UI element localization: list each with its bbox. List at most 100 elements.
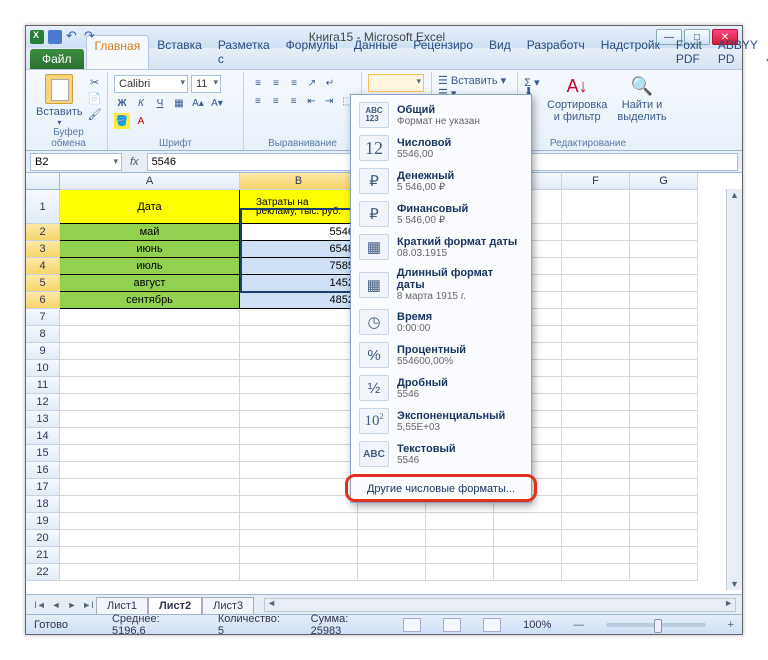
cell-A7[interactable] (60, 309, 240, 326)
cell-G10[interactable] (630, 360, 698, 377)
cell-A18[interactable] (60, 496, 240, 513)
number-format-item-5[interactable]: ▦Длинный формат даты8 марта 1915 г. (351, 264, 531, 306)
undo-icon[interactable] (66, 30, 80, 44)
cell-C19[interactable] (358, 513, 426, 530)
row-header-22[interactable]: 22 (26, 564, 60, 581)
row-header-11[interactable]: 11 (26, 377, 60, 394)
cell-B14[interactable] (240, 428, 358, 445)
bold-button[interactable]: Ж (114, 95, 130, 111)
cell-B4[interactable]: 7585 (240, 258, 358, 275)
number-format-item-2[interactable]: ₽Денежный5 546,00 ₽ (351, 165, 531, 198)
cell-F9[interactable] (562, 343, 630, 360)
number-format-item-1[interactable]: 12Числовой5546,00 (351, 132, 531, 165)
cell-B12[interactable] (240, 394, 358, 411)
ribbon-tab-3[interactable]: Формулы (278, 35, 346, 69)
indent-dec-icon[interactable]: ⇤ (303, 93, 319, 109)
indent-inc-icon[interactable]: ⇥ (321, 93, 337, 109)
cell-A11[interactable] (60, 377, 240, 394)
row-header-18[interactable]: 18 (26, 496, 60, 513)
cell-C21[interactable] (358, 547, 426, 564)
cell-F8[interactable] (562, 326, 630, 343)
cell-G22[interactable] (630, 564, 698, 581)
cell-A5[interactable]: август (60, 275, 240, 292)
cell-A4[interactable]: июль (60, 258, 240, 275)
cell-B7[interactable] (240, 309, 358, 326)
cell-B10[interactable] (240, 360, 358, 377)
row-header-14[interactable]: 14 (26, 428, 60, 445)
horizontal-scrollbar[interactable] (264, 598, 736, 612)
row-header-5[interactable]: 5 (26, 275, 60, 292)
sort-filter-button[interactable]: A↓ Сортировка и фильтр (544, 74, 610, 123)
cell-B15[interactable] (240, 445, 358, 462)
cell-G2[interactable] (630, 224, 698, 241)
cell-F19[interactable] (562, 513, 630, 530)
cell-F4[interactable] (562, 258, 630, 275)
column-header-G[interactable]: G (630, 173, 698, 190)
border-button[interactable]: ▦ (171, 95, 187, 111)
cell-F13[interactable] (562, 411, 630, 428)
cell-F14[interactable] (562, 428, 630, 445)
cell-D20[interactable] (426, 530, 494, 547)
cell-F6[interactable] (562, 292, 630, 309)
underline-button[interactable]: Ч (152, 95, 168, 111)
cell-G18[interactable] (630, 496, 698, 513)
cell-A19[interactable] (60, 513, 240, 530)
insert-cells-button[interactable]: ☰ Вставить ▾ (438, 74, 506, 87)
row-header-8[interactable]: 8 (26, 326, 60, 343)
align-middle-icon[interactable]: ≡ (268, 75, 284, 91)
cell-B22[interactable] (240, 564, 358, 581)
row-header-15[interactable]: 15 (26, 445, 60, 462)
cell-B3[interactable]: 6548 (240, 241, 358, 258)
orientation-icon[interactable]: ↗ (304, 75, 320, 91)
column-header-B[interactable]: B (240, 173, 358, 190)
sheet-tab-2[interactable]: Лист3 (202, 597, 254, 614)
view-layout-icon[interactable] (443, 618, 461, 632)
row-header-17[interactable]: 17 (26, 479, 60, 496)
wrap-text-icon[interactable]: ↵ (322, 75, 338, 91)
cell-A3[interactable]: июнь (60, 241, 240, 258)
view-pagebreak-icon[interactable] (483, 618, 501, 632)
row-header-7[interactable]: 7 (26, 309, 60, 326)
row-header-16[interactable]: 16 (26, 462, 60, 479)
cell-B5[interactable]: 1452 (240, 275, 358, 292)
cell-G21[interactable] (630, 547, 698, 564)
cell-A20[interactable] (60, 530, 240, 547)
tab-nav-first[interactable]: I◄ (32, 598, 48, 612)
cell-A1[interactable]: Дата (60, 190, 240, 224)
cell-G3[interactable] (630, 241, 698, 258)
copy-icon[interactable]: 📄 (88, 92, 102, 105)
number-format-item-4[interactable]: ▦Краткий формат даты08.03.1915 (351, 231, 531, 264)
cell-F11[interactable] (562, 377, 630, 394)
fill-color-button[interactable]: 🪣 (114, 113, 130, 129)
cell-A8[interactable] (60, 326, 240, 343)
cell-G7[interactable] (630, 309, 698, 326)
select-all-corner[interactable] (26, 173, 60, 190)
number-format-item-6[interactable]: ◷Время0:00:00 (351, 306, 531, 339)
cell-A17[interactable] (60, 479, 240, 496)
cell-B9[interactable] (240, 343, 358, 360)
number-format-more[interactable]: Другие числовые форматы... (351, 475, 531, 502)
cell-E21[interactable] (494, 547, 562, 564)
cell-F18[interactable] (562, 496, 630, 513)
row-header-20[interactable]: 20 (26, 530, 60, 547)
font-color-button[interactable]: A (133, 113, 149, 129)
ribbon-tab-4[interactable]: Данные (346, 35, 405, 69)
cell-D21[interactable] (426, 547, 494, 564)
row-header-3[interactable]: 3 (26, 241, 60, 258)
file-tab[interactable]: Файл (30, 49, 84, 69)
cell-B1[interactable]: Затраты на рекламу, тыс. руб. (240, 190, 358, 224)
number-format-item-3[interactable]: ₽Финансовый5 546,00 ₽ (351, 198, 531, 231)
cell-F7[interactable] (562, 309, 630, 326)
cell-F21[interactable] (562, 547, 630, 564)
find-select-button[interactable]: 🔍 Найти и выделить (614, 74, 669, 123)
row-header-4[interactable]: 4 (26, 258, 60, 275)
cell-C20[interactable] (358, 530, 426, 547)
row-header-13[interactable]: 13 (26, 411, 60, 428)
ribbon-tab-7[interactable]: Разработч (519, 35, 593, 69)
cell-G12[interactable] (630, 394, 698, 411)
cell-F12[interactable] (562, 394, 630, 411)
cut-icon[interactable]: ✂ (90, 76, 99, 89)
tab-nav-next[interactable]: ► (64, 598, 80, 612)
paste-button[interactable]: Вставить ▾ (36, 74, 83, 127)
italic-button[interactable]: К (133, 95, 149, 111)
